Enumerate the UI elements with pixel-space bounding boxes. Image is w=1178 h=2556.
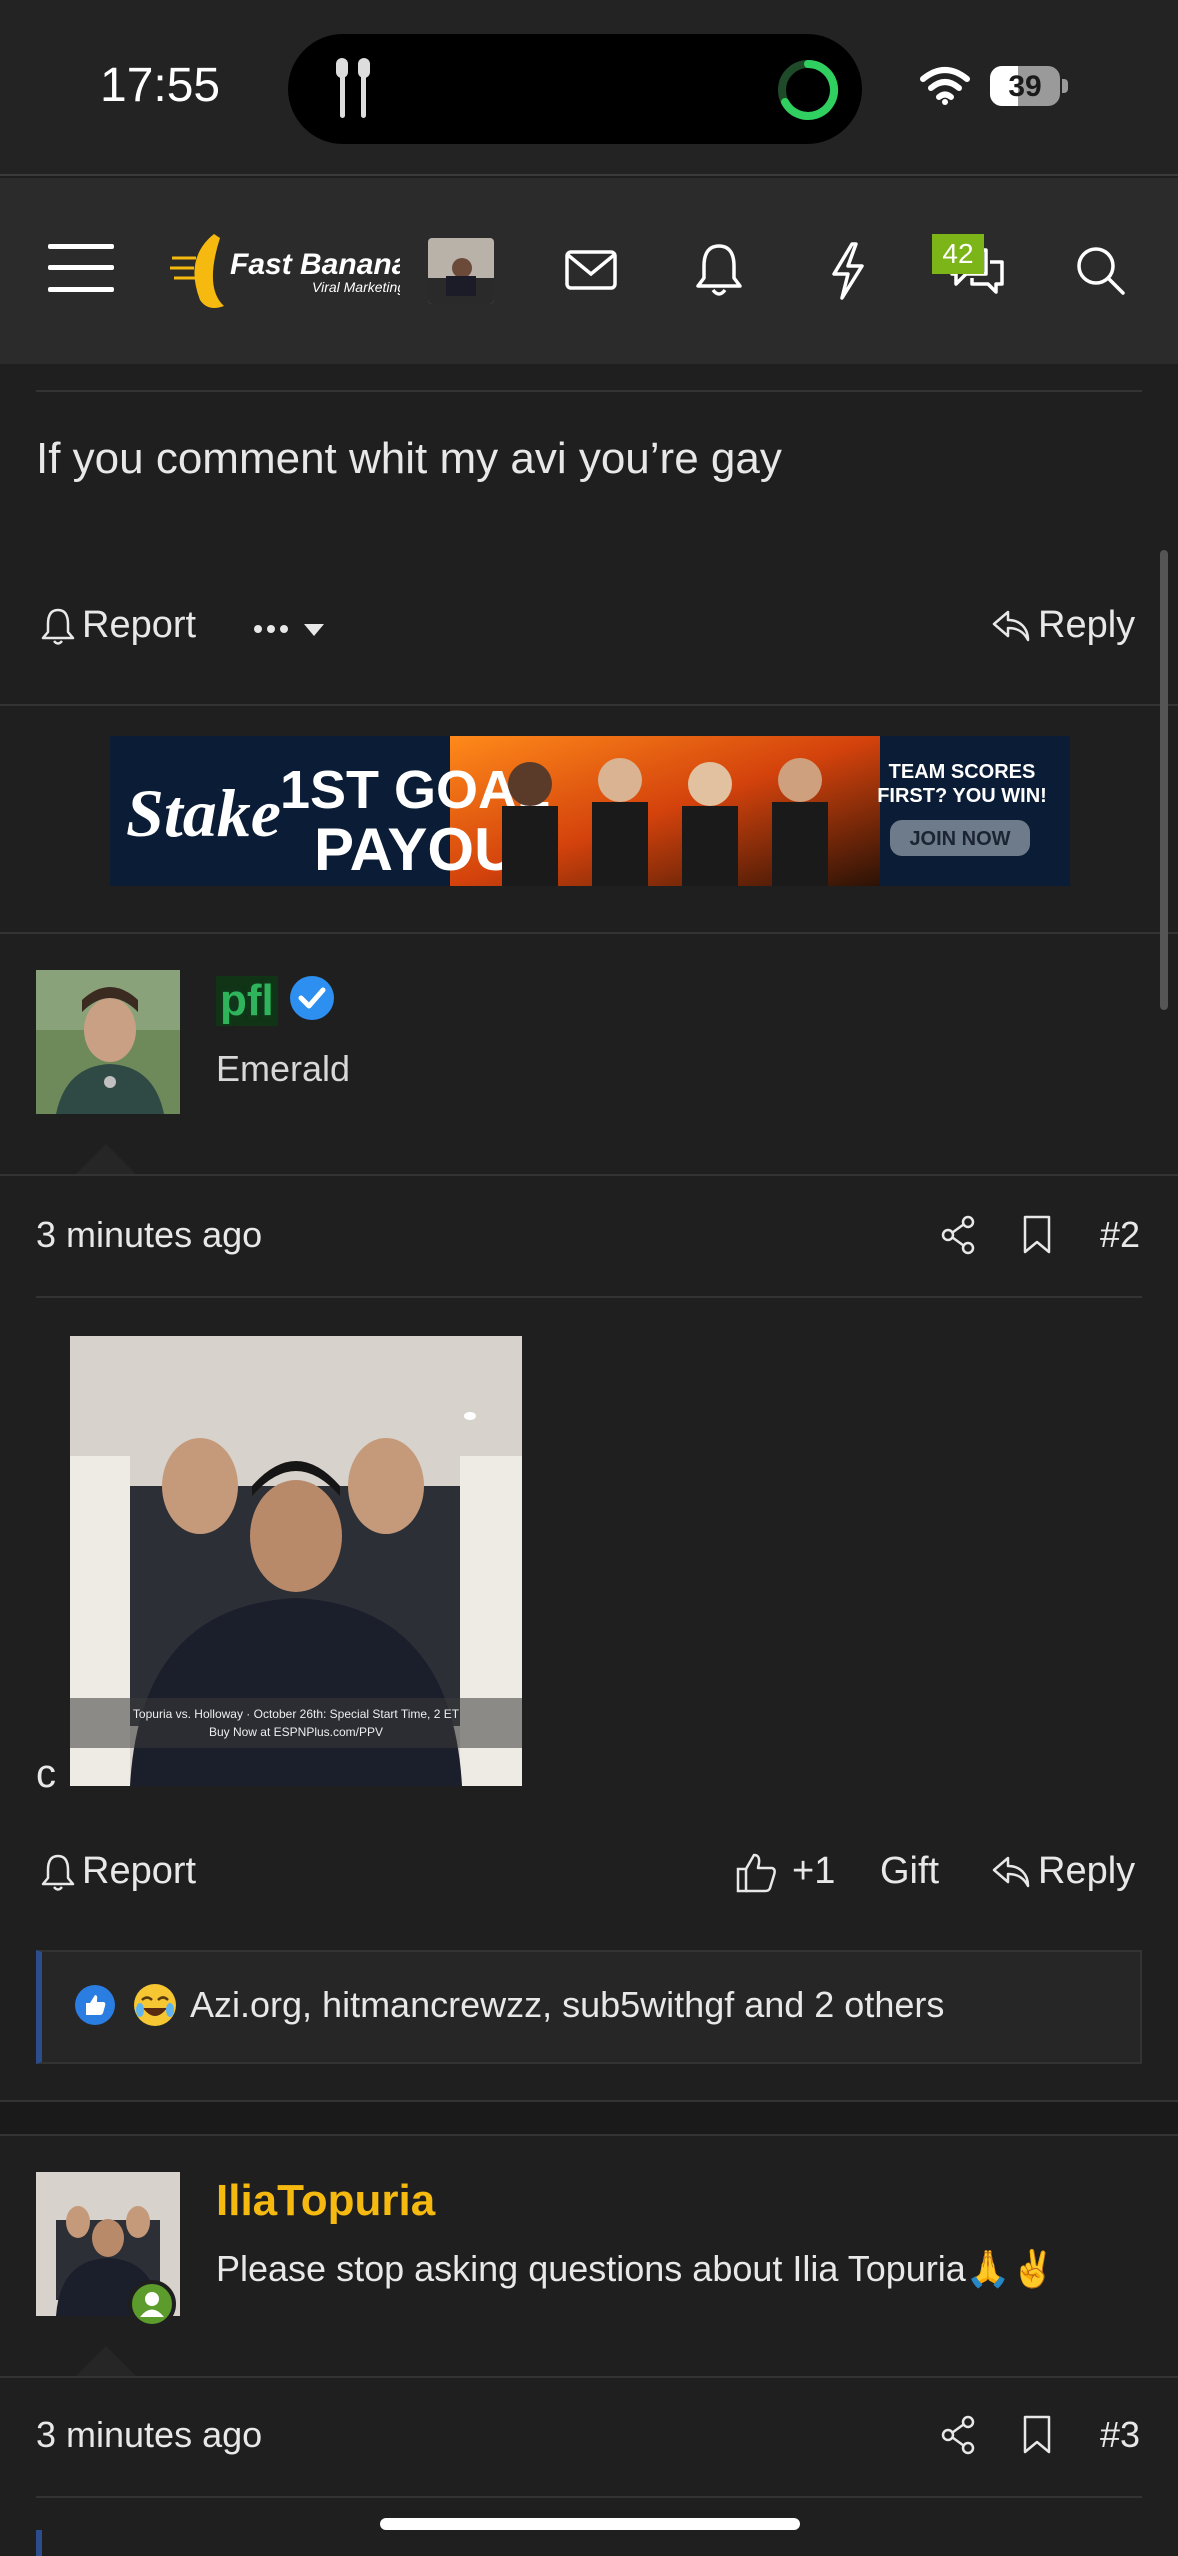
reactions-list[interactable]: Azi.org, hitmancrewzz, sub5withgf and 2 … [190,1984,944,2026]
post-author-name[interactable]: pfl [216,976,278,1026]
wifi-icon [920,67,970,105]
divider [0,2134,1178,2136]
verified-icon [290,976,334,1020]
ad-cta: JOIN NOW [909,828,1010,850]
post-separator [0,2102,1178,2134]
divider [0,1174,1178,1176]
online-status-icon [128,2280,176,2328]
like-button[interactable]: +1 [734,1850,835,1893]
ad-tagline: TEAM SCORES FIRST? YOU WIN! [877,761,1047,807]
user-avatar[interactable] [428,238,494,304]
post-time[interactable]: 3 minutes ago [36,2414,262,2456]
post-image[interactable]: Topuria vs. Holloway · October 26th: Spe… [70,1336,522,1786]
scrollbar[interactable] [1160,550,1168,1010]
brand-name: Fast Banana [230,248,400,281]
message-arrow [74,2346,138,2378]
search-icon[interactable] [1074,244,1126,296]
gift-button[interactable]: Gift [880,1850,939,1893]
mail-icon[interactable] [564,246,618,294]
reply-button[interactable]: Reply [990,604,1135,647]
reply-label: Reply [1038,1850,1136,1892]
bell-icon [41,608,75,645]
reply-label: Reply [1038,604,1136,646]
avatar[interactable] [36,970,180,1114]
post-number[interactable]: #3 [1100,2414,1140,2456]
laugh-reaction-icon [134,1984,176,2026]
share-icon[interactable] [938,2414,978,2456]
status-time: 17:55 [100,59,221,112]
thumbs-up-icon [736,1853,776,1892]
banana-logo-icon: Fast Banana Viral Marketing [170,234,408,308]
post-time[interactable]: 3 minutes ago [36,1214,262,1256]
image-caption-line-2: Buy Now at ESPNPlus.com/PPV [209,1725,383,1739]
menu-icon[interactable] [48,242,114,294]
report-button[interactable]: Report [40,604,196,647]
like-reaction-icon [75,1985,115,2025]
report-label: Report [82,604,197,646]
post-body: c [36,1752,56,1796]
divider [36,390,1142,392]
site-logo[interactable]: Fast Banana Viral Marketing [170,228,408,314]
ad-banner[interactable]: Stake 1ST GOAL PAYOUT TEAM SCORES FIRST?… [110,736,1070,886]
report-button[interactable]: Report [40,1850,196,1893]
share-icon[interactable] [938,1214,978,1256]
reactions-bar-edge [36,2530,42,2556]
brand-subtitle: Viral Marketing [312,279,400,295]
activity-ring-icon [778,59,839,120]
user-title: Emerald [216,1048,351,1089]
battery-icon: 39 [990,66,1070,106]
post-author-name[interactable]: IliaTopuria [216,2176,435,2226]
airpods-icon [336,58,370,118]
bookmark-icon[interactable] [1022,2414,1052,2456]
divider [36,2496,1142,2498]
conversations-badge: 42 [932,234,984,274]
more-dots-icon [254,624,324,636]
ad-brand: Stake [126,775,281,851]
bell-icon[interactable] [694,242,744,298]
bell-icon [41,1854,75,1891]
divider [36,1296,1142,1298]
message-arrow [74,1144,138,1176]
reply-icon [992,610,1030,641]
divider [0,704,1178,706]
divider [0,932,1178,934]
gift-label: Gift [880,1850,940,1892]
more-options-button[interactable] [250,614,334,644]
like-label: +1 [792,1850,836,1892]
bookmark-icon[interactable] [1022,1214,1052,1256]
image-caption-line-1: Topuria vs. Holloway · October 26th: Spe… [133,1707,460,1721]
post-body: If you comment whit my avi you’re gay [36,434,782,483]
user-title: Please stop asking questions about Ilia … [216,2248,1056,2289]
home-indicator[interactable] [380,2518,800,2530]
battery-percent: 39 [1008,70,1042,103]
divider [0,2376,1178,2378]
lightning-icon[interactable] [828,242,868,300]
report-label: Report [82,1850,197,1892]
reply-icon [992,1856,1030,1887]
post-number[interactable]: #2 [1100,1214,1140,1256]
reply-button[interactable]: Reply [990,1850,1135,1893]
